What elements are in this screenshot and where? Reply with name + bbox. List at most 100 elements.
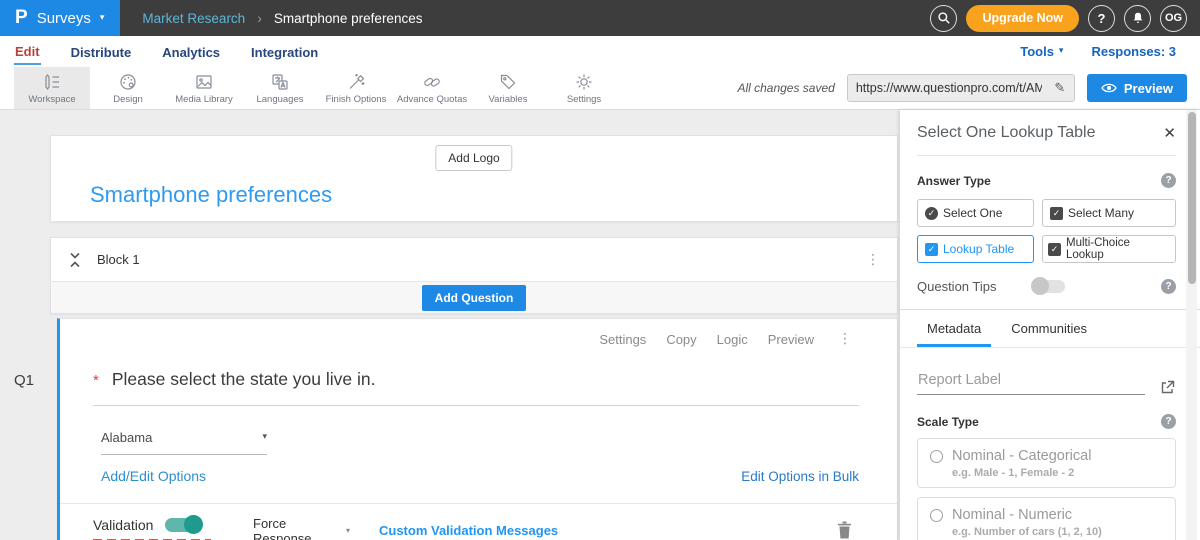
tag-icon [498, 72, 518, 92]
add-question-button[interactable]: Add Question [422, 285, 527, 311]
question-logic-link[interactable]: Logic [717, 332, 748, 347]
avatar[interactable]: OG [1160, 5, 1187, 32]
panel-scrollbar[interactable] [1186, 110, 1197, 540]
chevron-down-icon: ▾ [100, 14, 105, 23]
block-title[interactable]: Block 1 [97, 252, 140, 267]
answer-type-lookup-table[interactable]: ✓ Lookup Table [917, 235, 1034, 263]
tab-edit[interactable]: Edit [14, 39, 41, 65]
question-tips-row: Question Tips ? [917, 279, 1176, 294]
tool-variables[interactable]: Variables [470, 67, 546, 109]
nav-right: Tools ▾ Responses: 3 [1020, 44, 1186, 59]
search-button[interactable] [930, 5, 957, 32]
close-icon[interactable]: ✕ [1163, 124, 1176, 142]
scale-type-row: Scale Type ? [917, 414, 1176, 429]
tool-media-library[interactable]: Media Library [166, 67, 242, 109]
chevron-down-icon: ▾ [262, 433, 267, 442]
tool-languages[interactable]: Languages [242, 67, 318, 109]
tab-metadata[interactable]: Metadata [917, 310, 991, 347]
block-menu-icon[interactable]: ⋮ [866, 252, 880, 268]
responses-link[interactable]: Responses: 3 [1091, 44, 1176, 59]
tool-design[interactable]: Design [90, 67, 166, 109]
tab-integration[interactable]: Integration [250, 40, 319, 64]
tool-settings[interactable]: Settings [546, 67, 622, 109]
tool-label: Settings [567, 94, 601, 105]
tool-label: Languages [256, 94, 303, 105]
survey-url-input[interactable] [848, 75, 1046, 101]
breadcrumb-parent-link[interactable]: Market Research [142, 11, 245, 26]
tool-label: Finish Options [326, 94, 387, 105]
tool-advance-quotas[interactable]: Advance Quotas [394, 67, 470, 109]
question-copy-link[interactable]: Copy [666, 332, 696, 347]
upgrade-now-button[interactable]: Upgrade Now [966, 5, 1079, 32]
panel-tabs: Metadata Communities [900, 310, 1200, 348]
radio-icon [930, 509, 943, 522]
eye-icon [1101, 82, 1117, 94]
panel-title: Select One Lookup Table [917, 124, 1096, 142]
answer-type-label: Select One [943, 206, 1002, 220]
question-text-row: * Please select the state you live in. [93, 369, 859, 406]
tab-analytics[interactable]: Analytics [161, 40, 221, 64]
answer-dropdown[interactable]: Alabama ▾ [101, 430, 267, 455]
add-logo-button[interactable]: Add Logo [435, 145, 512, 171]
survey-title[interactable]: Smartphone preferences [90, 182, 332, 208]
notifications-button[interactable] [1124, 5, 1151, 32]
tool-workspace[interactable]: Workspace [14, 67, 90, 109]
question-text[interactable]: Please select the state you live in. [112, 369, 376, 390]
tool-finish-options[interactable]: Finish Options [318, 67, 394, 109]
collapse-block-icon[interactable] [68, 251, 82, 269]
preview-button[interactable]: Preview [1087, 74, 1187, 102]
chain-links-icon [422, 72, 442, 92]
tool-label: Media Library [175, 94, 233, 105]
question-tips-toggle[interactable] [1033, 280, 1065, 293]
block-strip: Add Question [51, 282, 897, 313]
circle-check-icon: ✓ [925, 207, 938, 220]
radio-icon [930, 450, 943, 463]
question-settings-link[interactable]: Settings [599, 332, 646, 347]
answer-type-label: Answer Type [917, 174, 991, 188]
force-response-dropdown[interactable]: Force Response ▾ [253, 516, 350, 540]
answer-type-select-many[interactable]: ✓ Select Many [1042, 199, 1176, 227]
validation-toggle[interactable] [165, 518, 201, 532]
image-icon [194, 72, 214, 92]
surveys-product-menu[interactable]: P Surveys ▾ [0, 0, 120, 36]
preview-label: Preview [1124, 81, 1173, 96]
tab-distribute[interactable]: Distribute [70, 40, 133, 64]
external-link-icon[interactable] [1160, 379, 1176, 395]
survey-toolbar: Workspace Design Media Library Languages… [0, 67, 1200, 110]
toggle-knob [184, 515, 203, 534]
top-bar-actions: Upgrade Now ? OG [930, 5, 1200, 32]
scale-option-nominal-categorical[interactable]: Nominal - Categorical e.g. Male - 1, Fem… [917, 438, 1176, 488]
add-edit-options-link[interactable]: Add/Edit Options [101, 468, 206, 484]
scrollbar-thumb[interactable] [1188, 112, 1196, 284]
translate-icon [270, 72, 290, 92]
tab-communities[interactable]: Communities [1001, 310, 1097, 347]
help-icon[interactable]: ? [1161, 279, 1176, 294]
report-label-input[interactable] [917, 372, 1145, 395]
tools-menu[interactable]: Tools ▾ [1020, 44, 1063, 59]
question-menu-icon[interactable]: ⋮ [838, 331, 852, 347]
questionpro-logo: P [15, 7, 28, 29]
help-button[interactable]: ? [1088, 5, 1115, 32]
answer-type-label: Multi-Choice Lookup [1066, 237, 1170, 261]
force-response-value: Force Response [253, 516, 346, 540]
tool-label: Workspace [28, 94, 75, 105]
options-links-row: Add/Edit Options Edit Options in Bulk [101, 468, 859, 484]
help-icon[interactable]: ? [1161, 414, 1176, 429]
edit-url-icon[interactable]: ✎ [1046, 75, 1074, 101]
block-header: Block 1 ⋮ [51, 238, 897, 282]
help-icon[interactable]: ? [1161, 173, 1176, 188]
delete-question-button[interactable] [837, 521, 852, 539]
question-preview-link[interactable]: Preview [768, 332, 814, 347]
answer-type-grid: ✓ Select One ✓ Select Many ✓ Lookup Tabl… [917, 199, 1176, 263]
scale-option-nominal-numeric[interactable]: Nominal - Numeric e.g. Number of cars (1… [917, 497, 1176, 540]
answer-type-row: Answer Type ? [917, 173, 1176, 188]
workspace-icon [42, 72, 62, 92]
save-status: All changes saved [737, 81, 834, 95]
edit-options-in-bulk-link[interactable]: Edit Options in Bulk [741, 469, 859, 484]
question-actions: Settings Copy Logic Preview ⋮ [60, 319, 897, 347]
answer-type-multi-choice-lookup[interactable]: ✓ Multi-Choice Lookup [1042, 235, 1176, 263]
custom-validation-messages-link[interactable]: Custom Validation Messages [379, 523, 558, 538]
tool-label: Design [113, 94, 143, 105]
toolbar-right: All changes saved ✎ Preview [737, 67, 1200, 109]
answer-type-select-one[interactable]: ✓ Select One [917, 199, 1034, 227]
